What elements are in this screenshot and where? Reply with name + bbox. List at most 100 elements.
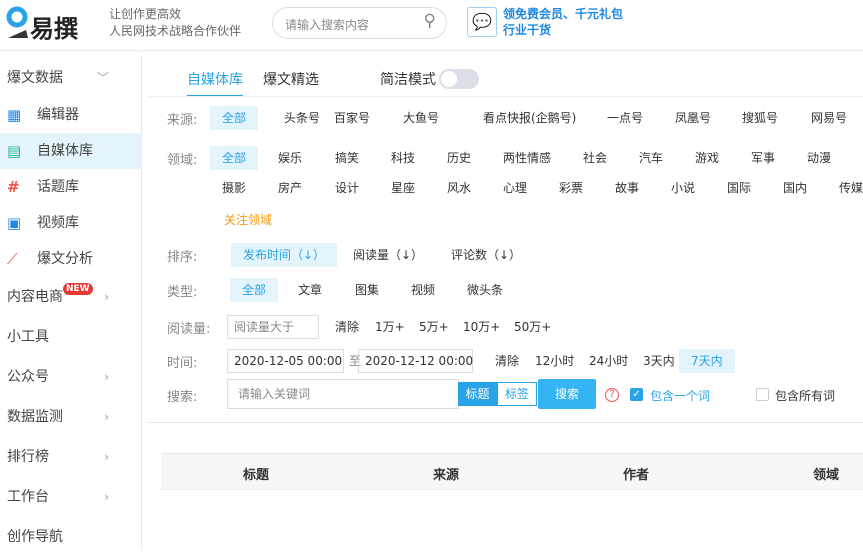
sidebar-item-monitoring[interactable]: 数据监测 › [0, 399, 141, 435]
label: 公众号 [7, 369, 49, 385]
domain-filter-option[interactable]: 搞笑 [323, 146, 371, 170]
domain-filter-option[interactable]: 游戏 [683, 146, 731, 170]
domain-filter-option[interactable]: 国际 [715, 176, 763, 200]
domain-filter-option[interactable]: 星座 [379, 176, 427, 200]
column-header-author[interactable]: 作者 [623, 464, 649, 483]
label: 自媒体库 [37, 143, 93, 159]
sidebar-item-official-accounts[interactable]: 公众号 › [0, 359, 141, 395]
logo-icon [6, 6, 28, 38]
type-filter-option[interactable]: 微头条 [455, 278, 515, 302]
sidebar-item-hot-data[interactable]: 爆文数据 ﹀ [0, 60, 141, 96]
time-to-input[interactable]: 2020-12-12 00:00 [358, 349, 473, 373]
promo-line-2[interactable]: 行业干货 [503, 22, 551, 39]
document-icon: ▤ [7, 142, 22, 160]
sidebar-item-tools[interactable]: 小工具 [0, 319, 141, 355]
domain-filter-option[interactable]: 风水 [435, 176, 483, 200]
domain-filter-option[interactable]: 设计 [323, 176, 371, 200]
help-icon[interactable]: ? [605, 388, 619, 402]
search-mode-tag[interactable]: 标签 [497, 382, 537, 406]
sidebar-item-analysis[interactable]: ⟋ 爆文分析 [0, 241, 141, 277]
follow-domain-link[interactable]: 关注领域 [224, 211, 272, 228]
chat-icon[interactable]: 💬 [467, 7, 497, 37]
domain-filter-option[interactable]: 摄影 [210, 176, 258, 200]
checkbox-any-word[interactable]: ✓ [630, 388, 643, 401]
domain-filter-option[interactable]: 彩票 [547, 176, 595, 200]
label: 视频库 [37, 215, 79, 231]
time-option[interactable]: 7天内 [679, 349, 735, 373]
domain-filter-option[interactable]: 房产 [266, 176, 314, 200]
chart-icon: ⟋ [7, 250, 18, 268]
domain-filter-option[interactable]: 小说 [659, 176, 707, 200]
sort-filter-option[interactable]: 评论数（↓） [439, 243, 533, 267]
domain-filter-option[interactable]: 心理 [491, 176, 539, 200]
sidebar-item-workbench[interactable]: 工作台 › [0, 479, 141, 515]
source-filter-option[interactable]: 大鱼号 [391, 106, 451, 130]
reads-input[interactable]: 阅读量大于 [227, 315, 319, 339]
search-button[interactable]: 搜索 [538, 379, 596, 409]
type-filter-option[interactable]: 视频 [399, 278, 447, 302]
domain-filter-option[interactable]: 两性情感 [491, 146, 563, 170]
domain-filter-option[interactable]: 娱乐 [266, 146, 314, 170]
search-icon[interactable]: ⚲ [424, 11, 436, 31]
video-icon: ▣ [7, 214, 22, 232]
sidebar-item-editor[interactable]: ▦ 编辑器 [0, 97, 141, 133]
domain-filter-option[interactable]: 国内 [771, 176, 819, 200]
domain-filter-option[interactable]: 科技 [379, 146, 427, 170]
domain-filter-option[interactable]: 动漫 [795, 146, 843, 170]
domain-filter-option[interactable]: 军事 [739, 146, 787, 170]
checkbox-all-words[interactable] [756, 388, 769, 401]
type-filter-option[interactable]: 文章 [286, 278, 334, 302]
source-filter-option[interactable]: 凤凰号 [663, 106, 723, 130]
reads-option[interactable]: 50万+ [502, 315, 563, 339]
source-filter-option[interactable]: 全部 [210, 106, 259, 130]
tab-media-library[interactable]: 自媒体库 [187, 69, 243, 97]
domain-filter-option[interactable]: 故事 [603, 176, 651, 200]
domain-filter-option[interactable]: 传媒 [827, 176, 863, 200]
promo-line-1[interactable]: 领免费会员、千元礼包 [503, 6, 623, 23]
source-filter-option[interactable]: 搜狐号 [730, 106, 790, 130]
type-filter-option[interactable]: 全部 [230, 278, 279, 302]
new-badge: NEW [63, 283, 93, 295]
sidebar-item-ecommerce[interactable]: 内容电商 NEW › [0, 279, 141, 315]
logo-text[interactable]: 易撰 [30, 9, 78, 44]
sidebar-item-rankings[interactable]: 排行榜 › [0, 439, 141, 475]
tab-hot-picks[interactable]: 爆文精选 [263, 69, 319, 89]
chevron-right-icon: › [104, 370, 109, 384]
source-filter-option[interactable]: 百家号 [322, 106, 382, 130]
domain-filter-option[interactable]: 汽车 [627, 146, 675, 170]
search-mode-title[interactable]: 标题 [458, 382, 497, 406]
any-word-label[interactable]: 包含一个词 [650, 387, 710, 404]
source-filter-label: 来源: [167, 113, 198, 128]
column-header-domain[interactable]: 领域 [813, 464, 839, 483]
reads-filter-label: 阅读量: [167, 322, 211, 337]
domain-filter-option[interactable]: 全部 [210, 146, 259, 170]
sort-filter-label: 排序: [167, 250, 198, 265]
column-header-title[interactable]: 标题 [243, 464, 269, 483]
label: 工作台 [7, 489, 49, 505]
keyword-input[interactable]: 请输入关键词 [227, 379, 459, 409]
label: 爆文分析 [37, 251, 93, 267]
source-filter-option[interactable]: 网易号 [799, 106, 859, 130]
all-words-label[interactable]: 包含所有词 [775, 387, 835, 404]
label: 编辑器 [37, 107, 79, 123]
domain-filter-option[interactable]: 历史 [435, 146, 483, 170]
label: 话题库 [37, 179, 79, 195]
chevron-down-icon: ﹀ [96, 71, 109, 85]
simple-mode-toggle[interactable] [439, 69, 479, 89]
sidebar-item-media-library[interactable]: ▤ 自媒体库 [0, 133, 141, 169]
simple-mode-label: 简洁模式 [380, 72, 436, 88]
column-header-source[interactable]: 来源 [433, 464, 459, 483]
label: 数据监测 [7, 409, 63, 425]
sort-filter-option[interactable]: 阅读量（↓） [341, 243, 435, 267]
domain-filter-label: 领域: [167, 153, 198, 168]
source-filter-option[interactable]: 一点号 [595, 106, 655, 130]
source-filter-option[interactable]: 看点快报(企鹅号) [471, 106, 588, 130]
type-filter-option[interactable]: 图集 [343, 278, 391, 302]
sidebar-item-videos[interactable]: ▣ 视频库 [0, 205, 141, 241]
domain-filter-option[interactable]: 社会 [571, 146, 619, 170]
time-from-input[interactable]: 2020-12-05 00:00 [227, 349, 344, 373]
grid-icon: ▦ [7, 106, 22, 124]
header-search-input[interactable]: 请输入搜索内容 ⚲ [272, 7, 447, 39]
sidebar-item-topics[interactable]: # 话题库 [0, 169, 141, 205]
sort-filter-option[interactable]: 发布时间（↓） [231, 243, 338, 267]
